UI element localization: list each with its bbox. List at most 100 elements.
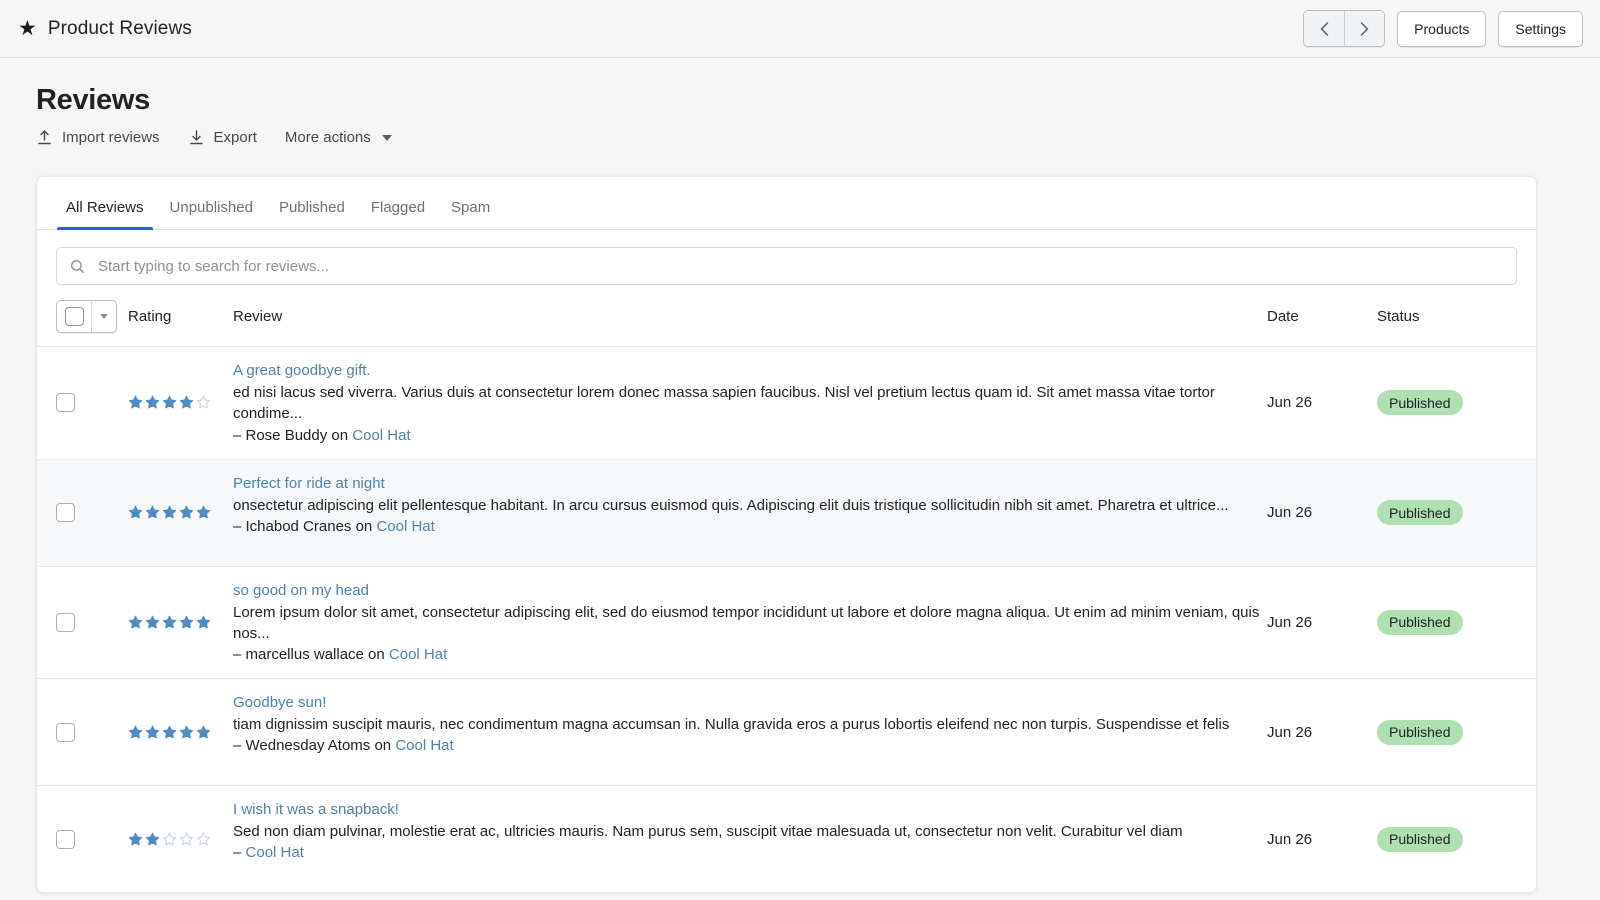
review-body: Sed non diam pulvinar, molestie erat ac,…	[233, 821, 1267, 842]
row-select-cell[interactable]	[56, 475, 128, 551]
product-link[interactable]: Cool Hat	[395, 737, 453, 754]
tab-unpublished[interactable]: Unpublished	[157, 200, 266, 229]
row-date: Jun 26	[1267, 582, 1377, 664]
table-row[interactable]: A great goodbye gift. ed nisi lacus sed v…	[37, 346, 1536, 459]
select-all-dropdown-cell[interactable]	[91, 301, 116, 332]
review-author: – Ichabod Cranes on Cool Hat	[233, 518, 1267, 535]
row-select-cell[interactable]	[56, 582, 128, 664]
nav-next-button[interactable]	[1344, 11, 1384, 46]
row-status: Published	[1377, 801, 1517, 877]
star-rating-icons	[128, 615, 211, 630]
row-status: Published	[1377, 582, 1517, 664]
row-rating	[128, 801, 233, 877]
row-select-cell[interactable]	[56, 801, 128, 877]
reviews-card: All Reviews Unpublished Published Flagge…	[36, 176, 1537, 893]
table-row[interactable]: I wish it was a snapback! Sed non diam pu…	[37, 785, 1536, 892]
table-row[interactable]: Goodbye sun! tiam dignissim suscipit maur…	[37, 678, 1536, 785]
row-rating	[128, 694, 233, 770]
upload-icon	[36, 129, 53, 146]
row-checkbox[interactable]	[56, 830, 75, 849]
star-rating-icons	[128, 505, 211, 520]
row-status: Published	[1377, 694, 1517, 770]
product-link[interactable]: Cool Hat	[246, 844, 304, 861]
review-title-link[interactable]: A great goodbye gift.	[233, 362, 371, 379]
review-author-name: – marcellus wallace on	[233, 646, 389, 663]
download-icon	[188, 129, 205, 146]
review-body: onsectetur adipiscing elit pellentesque …	[233, 495, 1267, 516]
tab-spam[interactable]: Spam	[438, 200, 503, 229]
export-button[interactable]: Export	[188, 129, 257, 146]
row-checkbox[interactable]	[56, 613, 75, 632]
page-container: Reviews Import reviews Export More actio…	[0, 58, 1600, 893]
row-date-value: Jun 26	[1267, 614, 1312, 631]
star-icon: ★	[18, 18, 37, 39]
row-date: Jun 26	[1267, 362, 1377, 444]
product-link[interactable]: Cool Hat	[389, 646, 447, 663]
page-title: Reviews	[36, 84, 1564, 117]
search-input[interactable]	[96, 257, 1503, 276]
review-title-link[interactable]: Perfect for ride at night	[233, 475, 385, 492]
review-body: tiam dignissim suscipit mauris, nec cond…	[233, 714, 1267, 735]
review-author: – Wednesday Atoms on Cool Hat	[233, 737, 1267, 754]
column-header-status: Status	[1377, 308, 1517, 325]
import-reviews-label: Import reviews	[62, 129, 160, 146]
product-link[interactable]: Cool Hat	[376, 518, 434, 535]
row-date-value: Jun 26	[1267, 394, 1312, 411]
row-checkbox[interactable]	[56, 503, 75, 522]
reviews-list: A great goodbye gift. ed nisi lacus sed v…	[37, 346, 1536, 892]
select-all-group[interactable]	[56, 300, 117, 333]
review-author: – Cool Hat	[233, 844, 1267, 861]
status-badge: Published	[1377, 500, 1463, 525]
row-date-value: Jun 26	[1267, 831, 1312, 848]
table-row[interactable]: Perfect for ride at night onsectetur adip…	[37, 459, 1536, 566]
select-all-checkbox-cell[interactable]	[57, 301, 91, 332]
row-status: Published	[1377, 362, 1517, 444]
review-title-link[interactable]: so good on my head	[233, 582, 369, 599]
table-row[interactable]: so good on my head Lorem ipsum dolor sit …	[37, 566, 1536, 679]
settings-button[interactable]: Settings	[1498, 11, 1583, 47]
export-label: Export	[214, 129, 257, 146]
review-author: – marcellus wallace on Cool Hat	[233, 646, 1267, 663]
tab-flagged[interactable]: Flagged	[358, 200, 438, 229]
table-header-row: Rating Review Date Status	[37, 296, 1536, 346]
review-title-link[interactable]: I wish it was a snapback!	[233, 801, 399, 818]
import-reviews-button[interactable]: Import reviews	[36, 129, 160, 146]
select-all-cell	[56, 300, 128, 333]
review-body: ed nisi lacus sed viverra. Varius duis a…	[233, 382, 1267, 425]
row-date: Jun 26	[1267, 801, 1377, 877]
more-actions-button[interactable]: More actions	[285, 129, 392, 146]
row-rating	[128, 582, 233, 664]
row-review-cell: Goodbye sun! tiam dignissim suscipit maur…	[233, 694, 1267, 770]
select-all-checkbox[interactable]	[65, 307, 84, 326]
status-badge: Published	[1377, 827, 1463, 852]
app-title: Product Reviews	[48, 18, 192, 40]
review-author-name: – Wednesday Atoms on	[233, 737, 395, 754]
tab-all-reviews[interactable]: All Reviews	[53, 200, 157, 229]
row-review-cell: A great goodbye gift. ed nisi lacus sed v…	[233, 362, 1267, 444]
row-checkbox[interactable]	[56, 723, 75, 742]
nav-previous-button[interactable]	[1304, 11, 1344, 46]
review-body: Lorem ipsum dolor sit amet, consectetur …	[233, 602, 1267, 645]
nav-button-group	[1303, 10, 1385, 47]
row-date-value: Jun 26	[1267, 504, 1312, 521]
search-icon	[70, 259, 85, 274]
row-review-cell: Perfect for ride at night onsectetur adip…	[233, 475, 1267, 551]
search-box[interactable]	[56, 247, 1517, 285]
tab-published[interactable]: Published	[266, 200, 358, 229]
chevron-down-icon	[100, 314, 108, 319]
review-author-name: – Ichabod Cranes on	[233, 518, 376, 535]
column-header-rating: Rating	[128, 308, 233, 325]
column-header-review: Review	[233, 308, 1267, 325]
more-actions-label: More actions	[285, 129, 371, 146]
row-date-value: Jun 26	[1267, 724, 1312, 741]
review-title-link[interactable]: Goodbye sun!	[233, 694, 326, 711]
row-checkbox[interactable]	[56, 393, 75, 412]
product-link[interactable]: Cool Hat	[352, 427, 410, 444]
column-header-date: Date	[1267, 308, 1377, 325]
row-select-cell[interactable]	[56, 694, 128, 770]
app-branding: ★ Product Reviews	[18, 18, 192, 40]
row-date: Jun 26	[1267, 475, 1377, 551]
row-select-cell[interactable]	[56, 362, 128, 444]
products-button[interactable]: Products	[1397, 11, 1486, 47]
reviews-tabs: All Reviews Unpublished Published Flagge…	[37, 177, 1536, 230]
